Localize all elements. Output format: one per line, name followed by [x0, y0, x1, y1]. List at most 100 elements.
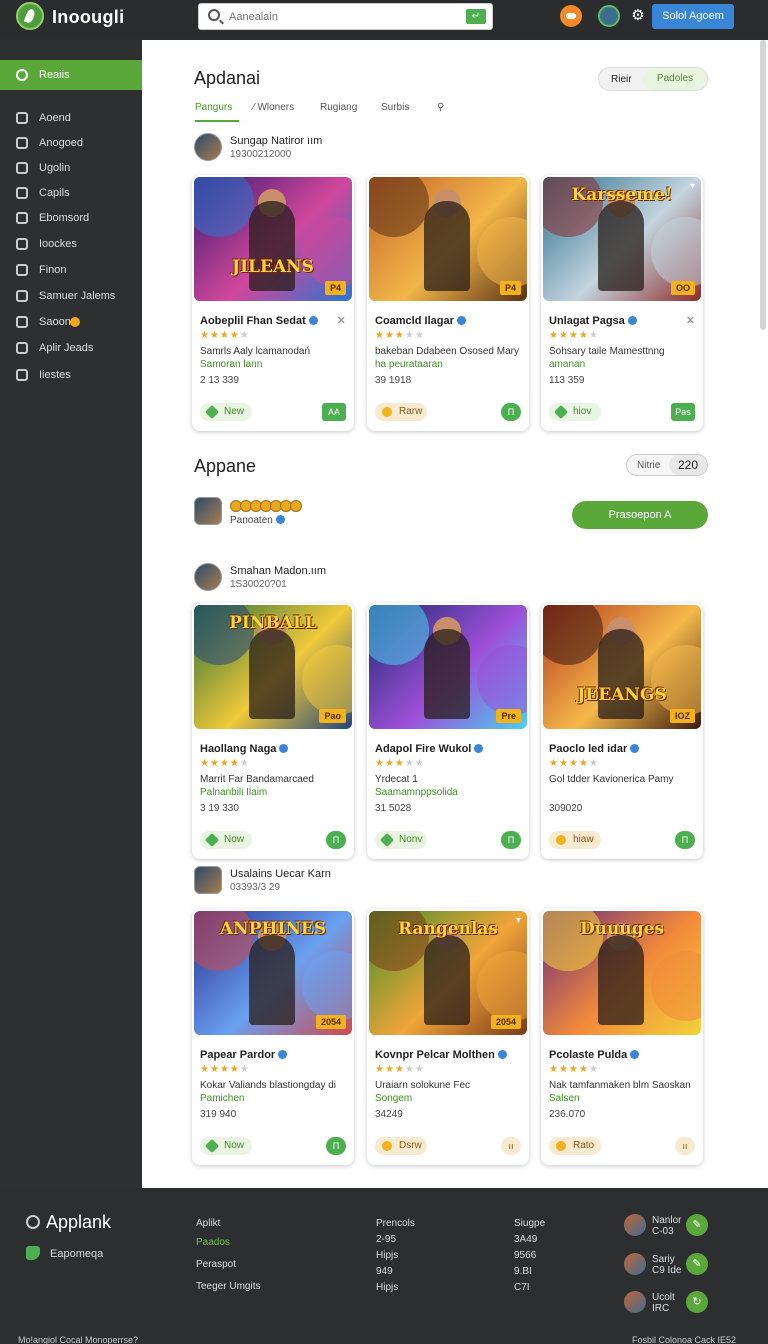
tab-rugiang[interactable]: Rugiang — [320, 102, 357, 113]
game-card[interactable]: Duuuges Pcolaste Pulda ★★★★★ Nak tamfanmake… — [541, 909, 703, 1165]
sidebar-item-5[interactable]: Capils — [0, 182, 142, 204]
sidebar-item-1[interactable]: Reaiis — [0, 60, 154, 90]
brand-name[interactable]: Inoougli — [52, 7, 124, 28]
card-action-button[interactable]: Π — [326, 831, 346, 849]
edit-icon[interactable]: ✎ — [686, 1214, 708, 1236]
card-action-button[interactable]: AA — [322, 403, 346, 421]
footer-link[interactable]: Paados — [196, 1232, 260, 1254]
status-pill[interactable]: hiaw — [549, 831, 601, 849]
card-title[interactable]: Paoclo led idar — [549, 743, 640, 755]
game-art-image[interactable]: JEEANGS IOZ — [543, 605, 701, 729]
tab-pangurs[interactable]: Pangurs — [195, 102, 240, 122]
card-title[interactable]: Papear Pardor — [200, 1049, 288, 1061]
sidebar-item-10[interactable]: Saoon — [0, 311, 142, 333]
status-pill[interactable]: Now — [200, 831, 252, 849]
game-art-image[interactable]: Duuuges — [543, 911, 701, 1035]
settings-icon[interactable]: ⚙ — [627, 5, 649, 27]
game-art-image[interactable]: P4 — [369, 177, 527, 301]
counter-badge[interactable]: Nitrie 220 — [626, 454, 708, 476]
status-pill[interactable]: Rato — [549, 1137, 601, 1155]
sidebar-item-12[interactable]: Iiestes — [0, 364, 142, 386]
user-name: Sungap Natiror ıım — [230, 135, 323, 147]
sidebar-item-8[interactable]: Finon — [0, 259, 142, 281]
tab-filter-icon[interactable]: ⚲ — [437, 102, 444, 113]
board-icon — [16, 212, 28, 224]
status-pill[interactable]: Nonv — [375, 831, 427, 849]
status-pill[interactable]: New — [200, 403, 252, 421]
status-pill[interactable]: Now — [200, 1137, 252, 1155]
status-pill[interactable]: hiov — [549, 403, 601, 421]
close-icon[interactable]: ✕ — [337, 314, 346, 327]
sidebar-item-label: Ioockes — [39, 238, 77, 250]
signin-button[interactable]: Solol Agoem — [652, 4, 734, 29]
tab-surbis[interactable]: Surbis — [381, 102, 409, 113]
game-card[interactable]: P4 Coamcld Ilagar ★★★★★ bakeban Ddabeen Oso… — [367, 175, 529, 431]
game-art-image[interactable]: PINBALL Pao — [194, 605, 352, 729]
footer-brand[interactable]: Applank — [26, 1212, 111, 1233]
game-card[interactable]: JEEANGS IOZ Paoclo led idar ★★★★★ Gol tdder … — [541, 603, 703, 859]
game-card[interactable]: Pre Adapol Fire Wukol ★★★★★ Yrdecat 1 Saamam… — [367, 603, 529, 859]
sidebar-item-7[interactable]: Ioockes — [0, 233, 142, 255]
card-action-button[interactable]: ıı — [675, 1137, 695, 1155]
notification-icon[interactable] — [560, 5, 582, 27]
primary-action-button[interactable]: Prasoepon A — [572, 501, 708, 529]
game-art-image[interactable]: Pre — [369, 605, 527, 729]
scrollbar[interactable] — [760, 40, 766, 330]
game-card[interactable]: JILEANS P4 Aobeplil Fhan Sedat ✕ ★★★★★ Samrls… — [192, 175, 354, 431]
card-title[interactable]: Unlagat Pagsa — [549, 315, 637, 327]
sidebar-item-9[interactable]: Samuer Jalems — [0, 285, 142, 307]
game-card[interactable]: ANPHINES 2054 Papear Pardor ★★★★★ Kokar Vali… — [192, 909, 354, 1165]
close-icon[interactable]: ✕ — [686, 314, 695, 327]
card-action-button[interactable]: Π — [501, 403, 521, 421]
chevron-down-icon[interactable]: ▾ — [690, 181, 695, 192]
card-title[interactable]: Haollang Naga — [200, 743, 289, 755]
refresh-icon[interactable]: ↻ — [686, 1291, 708, 1313]
game-card[interactable]: PINBALL Pao Haollang Naga ★★★★★ Marrit Far B… — [192, 603, 354, 859]
footer-legal: Fosbil Colonoa Cack IE52 — [632, 1335, 737, 1344]
footer-person[interactable]: Ucolt IRC ↻ — [624, 1291, 714, 1317]
view-toggle[interactable]: Rieir Padoles — [598, 67, 708, 91]
card-action-button[interactable]: Pas — [671, 403, 695, 421]
game-art-image[interactable]: Rangenlas 2054 ▾ — [369, 911, 527, 1035]
footer-person[interactable]: Nanlor C-03 ✎ — [624, 1214, 714, 1240]
footer-link[interactable]: Teeger Umgits — [196, 1276, 260, 1298]
star-rating: ★★★★★ — [200, 1064, 250, 1075]
card-title[interactable]: Kovnpr Pelcar Molthen — [375, 1049, 507, 1061]
game-art-image[interactable]: ANPHINES 2054 — [194, 911, 352, 1035]
chart-icon — [16, 264, 28, 276]
sidebar-item-3[interactable]: Anogoed — [0, 132, 142, 154]
footer-person[interactable]: Sariy C9 Ide ✎ — [624, 1253, 714, 1279]
card-action-button[interactable]: Π — [326, 1137, 346, 1155]
game-card[interactable]: Rangenlas 2054 ▾ Kovnpr Pelcar Molthen ★★★★★… — [367, 909, 529, 1165]
star-rating: ★★★★★ — [375, 1064, 425, 1075]
sidebar-item-11[interactable]: Aplir Jeads — [0, 337, 142, 359]
footer-phone[interactable]: Eapomeqa — [26, 1246, 103, 1260]
search-submit-button[interactable]: ↵ — [466, 9, 486, 24]
chevron-down-icon[interactable]: ▾ — [516, 915, 521, 926]
card-title[interactable]: Pcolaste Pulda — [549, 1049, 640, 1061]
card-title[interactable]: Adapol Fire Wukol — [375, 743, 484, 755]
game-art-image[interactable]: Karsseme! OO ▾ — [543, 177, 701, 301]
card-action-button[interactable]: Π — [675, 831, 695, 849]
tab-wloners[interactable]: ⁄ Wloners — [253, 102, 294, 113]
game-art-title: Karsseme! — [571, 185, 673, 205]
card-action-button[interactable]: Π — [501, 831, 521, 849]
sidebar-item-6[interactable]: Ebomsord — [0, 207, 142, 229]
search-bar[interactable]: ↵ — [198, 3, 493, 30]
leaf-logo-icon[interactable] — [16, 2, 44, 30]
footer-link[interactable]: Peraspot — [196, 1254, 260, 1276]
card-action-button[interactable]: ıı — [501, 1137, 521, 1155]
sidebar-item-4[interactable]: Ugolin — [0, 157, 142, 179]
sidebar-item-2[interactable]: Aoend — [0, 107, 142, 129]
game-card[interactable]: Karsseme! OO ▾ Unlagat Pagsa ✕ ★★★★★ Sohsary t… — [541, 175, 703, 431]
search-input[interactable] — [229, 8, 449, 26]
game-art-image[interactable]: JILEANS P4 — [194, 177, 352, 301]
status-pill[interactable]: Rarw — [375, 403, 427, 421]
status-pill[interactable]: Dsrw — [375, 1137, 427, 1155]
edit-icon[interactable]: ✎ — [686, 1253, 708, 1275]
toggle-left[interactable]: Rieir — [611, 74, 632, 85]
avatar[interactable] — [598, 5, 620, 27]
toggle-right-active[interactable]: Padoles — [643, 68, 707, 90]
card-title[interactable]: Aobeplil Fhan Sedat — [200, 315, 318, 327]
card-title[interactable]: Coamcld Ilagar — [375, 315, 466, 327]
